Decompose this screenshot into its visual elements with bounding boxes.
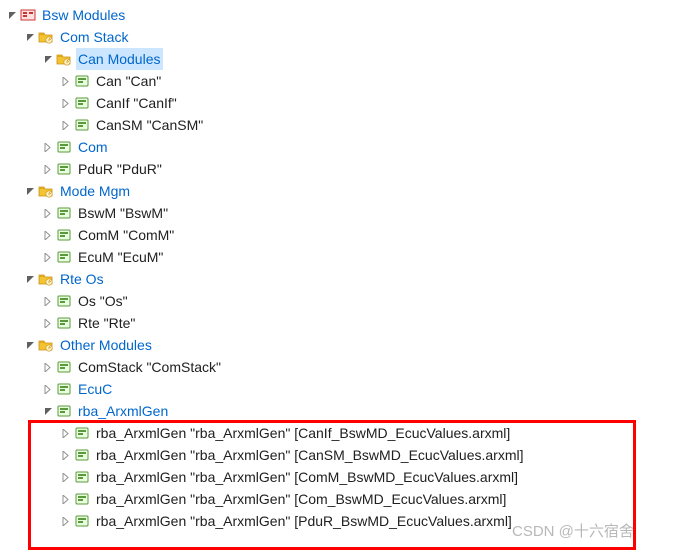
module-icon	[74, 469, 90, 485]
module-icon	[74, 73, 90, 89]
expander-closed-icon[interactable]	[40, 161, 56, 177]
module-icon	[74, 95, 90, 111]
module-icon	[74, 513, 90, 529]
tree-item-mode-mgm[interactable]: Mode Mgm	[4, 180, 675, 202]
tree-item-rba-4[interactable]: rba_ArxmlGen "rba_ArxmlGen" [Com_BswMD_E…	[4, 488, 675, 510]
folder-icon	[38, 337, 54, 353]
tree-item-rte-os[interactable]: Rte Os	[4, 268, 675, 290]
tree-item-rba-2[interactable]: rba_ArxmlGen "rba_ArxmlGen" [CanSM_BswMD…	[4, 444, 675, 466]
watermark: CSDN @十六宿舍	[512, 520, 634, 541]
module-icon	[56, 249, 72, 265]
expander-open-icon[interactable]	[22, 271, 38, 287]
tree-label: PduR "PduR"	[76, 158, 164, 180]
tree-item-ecuc[interactable]: EcuC	[4, 378, 675, 400]
root-icon	[20, 7, 36, 23]
tree-label: EcuC	[76, 378, 114, 400]
tree-item-canif[interactable]: CanIf "CanIf"	[4, 92, 675, 114]
tree-label: rba_ArxmlGen "rba_ArxmlGen" [CanSM_BswMD…	[94, 444, 526, 466]
tree-label: Rte Os	[58, 268, 106, 290]
expander-closed-icon[interactable]	[58, 425, 74, 441]
expander-closed-icon[interactable]	[58, 73, 74, 89]
expander-closed-icon[interactable]	[58, 95, 74, 111]
tree-item-rba-1[interactable]: rba_ArxmlGen "rba_ArxmlGen" [CanIf_BswMD…	[4, 422, 675, 444]
expander-open-icon[interactable]	[4, 7, 20, 23]
module-icon	[74, 117, 90, 133]
module-icon	[56, 315, 72, 331]
tree-label: Com Stack	[58, 26, 130, 48]
expander-closed-icon[interactable]	[58, 513, 74, 529]
module-icon	[74, 425, 90, 441]
folder-icon	[38, 183, 54, 199]
tree-item-pdur[interactable]: PduR "PduR"	[4, 158, 675, 180]
expander-open-icon[interactable]	[22, 29, 38, 45]
expander-closed-icon[interactable]	[40, 249, 56, 265]
expander-closed-icon[interactable]	[58, 447, 74, 463]
tree-item-can-modules[interactable]: Can Modules	[4, 48, 675, 70]
tree-item-com-stack[interactable]: Com Stack	[4, 26, 675, 48]
tree-label: Bsw Modules	[40, 4, 127, 26]
tree-item-com[interactable]: Com	[4, 136, 675, 158]
expander-open-icon[interactable]	[40, 51, 56, 67]
module-icon	[74, 447, 90, 463]
module-icon	[56, 139, 72, 155]
tree-item-os[interactable]: Os "Os"	[4, 290, 675, 312]
tree-label: rba_ArxmlGen "rba_ArxmlGen" [CanIf_BswMD…	[94, 422, 512, 444]
tree-label: Can "Can"	[94, 70, 163, 92]
tree-item-comstack[interactable]: ComStack "ComStack"	[4, 356, 675, 378]
expander-closed-icon[interactable]	[40, 227, 56, 243]
tree-item-bswm[interactable]: BswM "BswM"	[4, 202, 675, 224]
expander-closed-icon[interactable]	[40, 315, 56, 331]
module-icon	[56, 403, 72, 419]
expander-closed-icon[interactable]	[58, 117, 74, 133]
expander-closed-icon[interactable]	[40, 359, 56, 375]
module-icon	[56, 227, 72, 243]
expander-closed-icon[interactable]	[40, 293, 56, 309]
folder-icon	[56, 51, 72, 67]
module-icon	[56, 359, 72, 375]
module-icon	[56, 161, 72, 177]
module-icon	[56, 205, 72, 221]
tree-label: Can Modules	[76, 48, 163, 70]
folder-icon	[38, 29, 54, 45]
tree-item-other-modules[interactable]: Other Modules	[4, 334, 675, 356]
tree-label: Other Modules	[58, 334, 154, 356]
expander-closed-icon[interactable]	[58, 491, 74, 507]
tree-label: ComStack "ComStack"	[76, 356, 223, 378]
tree-label: rba_ArxmlGen	[76, 400, 170, 422]
module-icon	[56, 381, 72, 397]
tree-item-cansm[interactable]: CanSM "CanSM"	[4, 114, 675, 136]
tree-label: Rte "Rte"	[76, 312, 137, 334]
expander-closed-icon[interactable]	[40, 205, 56, 221]
tree-label: rba_ArxmlGen "rba_ArxmlGen" [Com_BswMD_E…	[94, 488, 508, 510]
tree-label: rba_ArxmlGen "rba_ArxmlGen" [PduR_BswMD_…	[94, 510, 514, 532]
tree-label: rba_ArxmlGen "rba_ArxmlGen" [ComM_BswMD_…	[94, 466, 520, 488]
tree-label: CanIf "CanIf"	[94, 92, 179, 114]
expander-closed-icon[interactable]	[40, 139, 56, 155]
tree-item-rba-arxmlgen[interactable]: rba_ArxmlGen	[4, 400, 675, 422]
tree-label: Os "Os"	[76, 290, 130, 312]
tree-item-can[interactable]: Can "Can"	[4, 70, 675, 92]
tree-label: ComM "ComM"	[76, 224, 176, 246]
tree-item-bsw-modules[interactable]: Bsw Modules	[4, 4, 675, 26]
expander-open-icon[interactable]	[40, 403, 56, 419]
tree-item-ecum[interactable]: EcuM "EcuM"	[4, 246, 675, 268]
tree-item-rte[interactable]: Rte "Rte"	[4, 312, 675, 334]
tree-label: BswM "BswM"	[76, 202, 170, 224]
tree-label: Com	[76, 136, 110, 158]
tree-label: EcuM "EcuM"	[76, 246, 165, 268]
module-icon	[56, 293, 72, 309]
tree-item-comm[interactable]: ComM "ComM"	[4, 224, 675, 246]
expander-open-icon[interactable]	[22, 183, 38, 199]
tree-label: CanSM "CanSM"	[94, 114, 205, 136]
tree-label: Mode Mgm	[58, 180, 132, 202]
expander-closed-icon[interactable]	[58, 469, 74, 485]
expander-closed-icon[interactable]	[40, 381, 56, 397]
module-icon	[74, 491, 90, 507]
folder-icon	[38, 271, 54, 287]
tree-view: Bsw ModulesCom StackCan ModulesCan "Can"…	[4, 4, 675, 532]
expander-open-icon[interactable]	[22, 337, 38, 353]
tree-item-rba-3[interactable]: rba_ArxmlGen "rba_ArxmlGen" [ComM_BswMD_…	[4, 466, 675, 488]
